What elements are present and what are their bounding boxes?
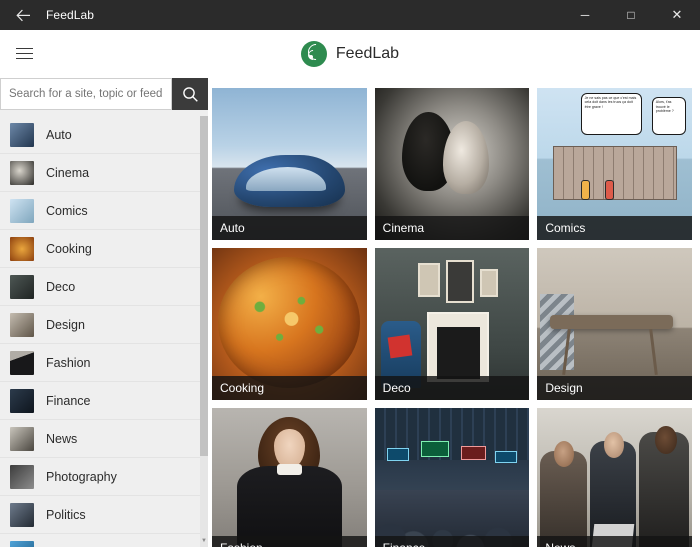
sidebar-item-label: Finance	[46, 393, 91, 408]
comic-speech-bubble-2: Alors, t'as trouvé le problème ?	[651, 97, 686, 136]
trading-screen	[461, 446, 486, 460]
sidebar-item-design[interactable]: Design	[0, 306, 208, 344]
back-arrow-icon[interactable]	[0, 0, 46, 30]
feed-list[interactable]: Auto Cinema Comics Cooking Deco Design F…	[0, 116, 208, 547]
feed-thumbnail	[10, 160, 34, 185]
tile-caption: News	[537, 536, 692, 547]
fashion-model-collar	[276, 464, 302, 475]
trading-screen	[495, 450, 517, 463]
comic-wall	[552, 145, 677, 201]
app-body: Auto Cinema Comics Cooking Deco Design	[0, 78, 700, 547]
feed-thumbnail	[10, 122, 34, 147]
sidebar-item-auto[interactable]: Auto	[0, 116, 208, 154]
minimize-button[interactable]: ─	[562, 0, 608, 30]
comic-speech-bubble-1: Je ne sais pas ce que c'est mais cela do…	[580, 92, 643, 136]
feed-tile-grid: Auto Cinema Je ne sais pas ce que c'est …	[212, 88, 692, 547]
window-title-bar: FeedLab ─ □ ✕	[0, 0, 700, 30]
sidebar-item-news[interactable]: News	[0, 420, 208, 458]
feed-thumbnail	[10, 502, 34, 527]
tile-caption: Cinema	[374, 216, 530, 240]
news-person	[654, 426, 677, 454]
sidebar-item-photography[interactable]: Photography	[0, 458, 208, 496]
tile-caption: Fashion	[212, 536, 367, 547]
app-brand: FeedLab	[0, 40, 700, 67]
sidebar-item-tech[interactable]: Tech	[0, 534, 208, 547]
tile-design[interactable]: Design	[537, 248, 692, 400]
hamburger-icon[interactable]	[0, 30, 48, 78]
sidebar-item-finance[interactable]: Finance	[0, 382, 208, 420]
tile-caption: Finance	[374, 536, 530, 547]
sidebar-item-cinema[interactable]: Cinema	[0, 154, 208, 192]
sidebar-item-label: Fashion	[46, 355, 91, 370]
feed-thumbnail	[10, 540, 34, 547]
comic-character-2	[605, 180, 615, 201]
sidebar-item-fashion[interactable]: Fashion	[0, 344, 208, 382]
design-table	[549, 314, 674, 329]
tile-fashion[interactable]: Fashion	[212, 408, 367, 547]
sidebar-item-label: Auto	[46, 127, 72, 142]
feed-thumbnail	[10, 464, 34, 489]
tile-image	[537, 408, 692, 547]
app-name: FeedLab	[335, 44, 400, 62]
tile-deco[interactable]: Deco	[374, 248, 530, 400]
feed-thumbnail	[10, 236, 34, 261]
tile-caption: Auto	[212, 216, 367, 240]
tile-image	[374, 408, 530, 547]
feed-thumbnail	[10, 388, 34, 413]
deco-frame	[479, 269, 499, 297]
deco-pillow	[387, 334, 412, 359]
sidebar-item-politics[interactable]: Politics	[0, 496, 208, 534]
scroll-down-icon[interactable]: ▼	[200, 535, 208, 547]
deco-frame	[445, 260, 474, 303]
sidebar-scrollbar-thumb[interactable]	[200, 116, 208, 456]
tile-caption: Cooking	[212, 376, 367, 400]
deco-fireplace-opening	[436, 327, 480, 379]
sidebar-item-comics[interactable]: Comics	[0, 192, 208, 230]
sidebar-item-label: Design	[46, 317, 85, 332]
close-button[interactable]: ✕	[654, 0, 700, 30]
sidebar-item-deco[interactable]: Deco	[0, 268, 208, 306]
sidebar-item-cooking[interactable]: Cooking	[0, 230, 208, 268]
tile-comics[interactable]: Je ne sais pas ce que c'est mais cela do…	[537, 88, 692, 240]
tile-caption: Design	[537, 376, 692, 400]
search-input[interactable]	[0, 78, 172, 110]
tile-caption: Comics	[537, 216, 692, 240]
sidebar-item-label: Photography	[46, 469, 117, 484]
feed-thumbnail	[10, 312, 34, 337]
app-header: FeedLab	[0, 30, 700, 78]
tile-cinema[interactable]: Cinema	[374, 88, 530, 240]
tile-finance[interactable]: Finance	[374, 408, 530, 547]
tile-caption: Deco	[374, 376, 530, 400]
feed-thumbnail	[10, 426, 34, 451]
trading-screen	[387, 447, 409, 462]
sidebar-item-label: Politics	[46, 507, 86, 522]
maximize-button[interactable]: □	[608, 0, 654, 30]
tile-image	[212, 408, 367, 547]
search-row	[0, 78, 208, 110]
search-button[interactable]	[172, 78, 208, 110]
tile-news[interactable]: News	[537, 408, 692, 547]
tile-auto[interactable]: Auto	[212, 88, 367, 240]
deco-frame	[417, 263, 440, 297]
fashion-model-dress	[236, 465, 342, 547]
feed-rss-icon	[300, 40, 328, 67]
comic-character-1	[580, 180, 590, 201]
feed-thumbnail	[10, 198, 34, 223]
window-title: FeedLab	[46, 8, 95, 22]
sidebar-item-label: Comics	[46, 203, 88, 218]
tile-cooking[interactable]: Cooking	[212, 248, 367, 400]
feed-tile-grid-area: Auto Cinema Je ne sais pas ce que c'est …	[208, 78, 700, 547]
sidebar-item-label: Deco	[46, 279, 76, 294]
feed-thumbnail	[10, 274, 34, 299]
sidebar-item-label: News	[46, 431, 78, 446]
sidebar-item-label: Cooking	[46, 241, 92, 256]
sidebar-item-label: Cinema	[46, 165, 90, 180]
trading-screen	[421, 441, 449, 457]
sidebar: Auto Cinema Comics Cooking Deco Design	[0, 78, 208, 547]
search-icon	[182, 86, 198, 102]
feed-thumbnail	[10, 350, 34, 375]
news-person	[603, 432, 624, 459]
